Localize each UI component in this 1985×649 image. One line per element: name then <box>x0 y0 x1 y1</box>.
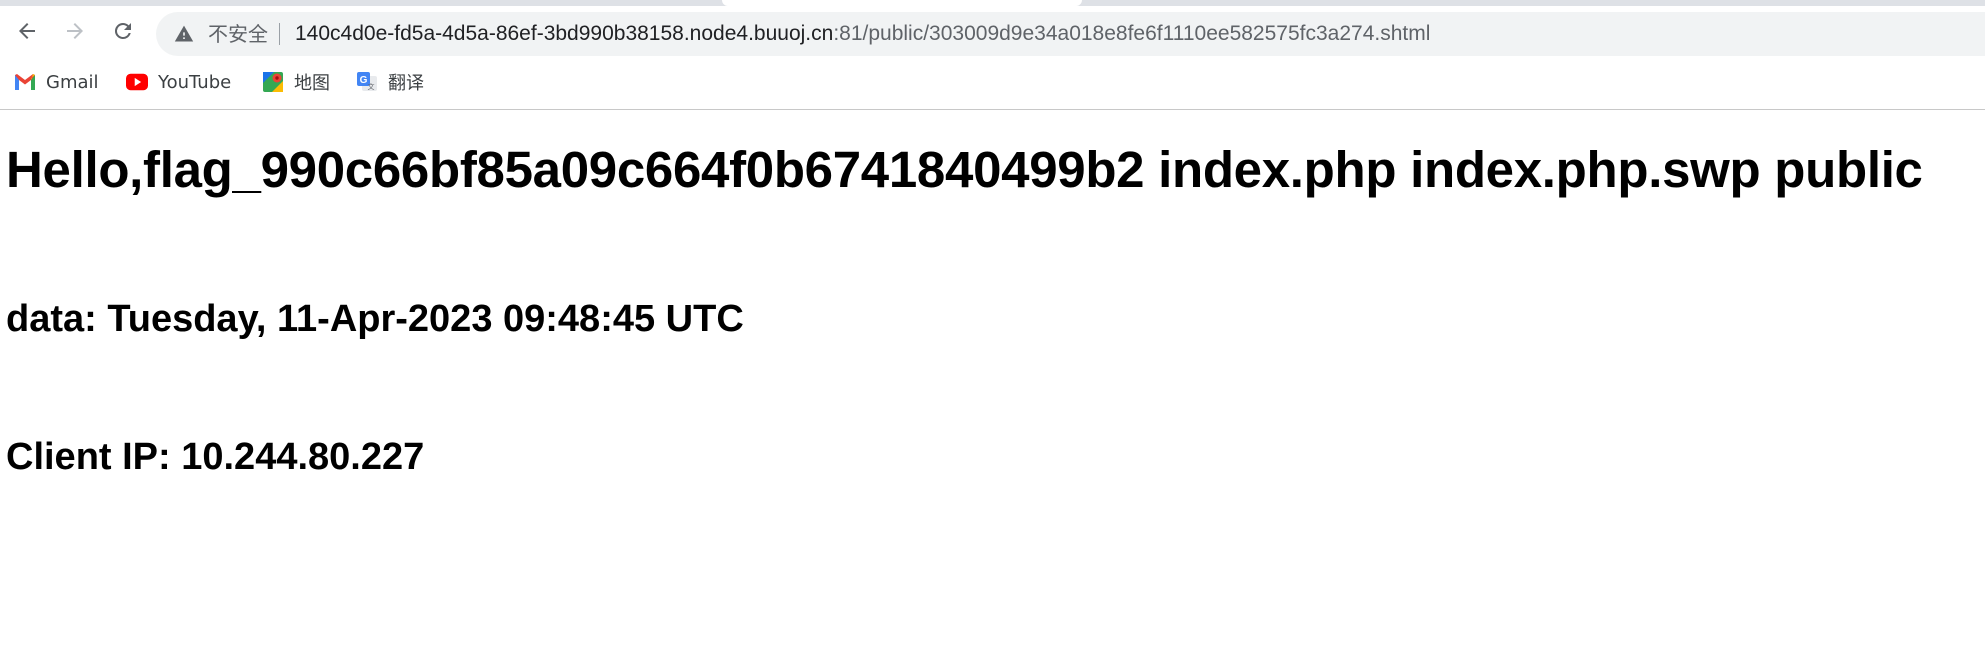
page-heading: Hello,flag_990c66bf85a09c664f0b674184049… <box>6 141 1923 198</box>
reload-button[interactable] <box>104 12 142 50</box>
date-line: data: Tuesday, 11-Apr-2023 09:48:45 UTC <box>6 298 744 340</box>
bookmarks-bar: Gmail YouTube 地图 G 文 翻译 <box>0 62 1985 102</box>
bookmark-label: 翻译 <box>388 73 424 94</box>
client-ip-line: Client IP: 10.244.80.227 <box>6 436 425 478</box>
svg-text:文: 文 <box>368 82 375 91</box>
security-status-label[interactable]: 不安全 <box>208 22 268 46</box>
url-text[interactable]: 140c4d0e-fd5a-4d5a-86ef-3bd990b38158.nod… <box>295 21 1430 47</box>
address-bar[interactable]: 不安全 140c4d0e-fd5a-4d5a-86ef-3bd990b38158… <box>156 12 1985 56</box>
url-host: 140c4d0e-fd5a-4d5a-86ef-3bd990b38158.nod… <box>295 22 834 45</box>
bookmark-gmail[interactable]: Gmail <box>14 68 99 96</box>
bookmark-maps[interactable]: 地图 <box>262 68 330 96</box>
translate-icon: G 文 <box>356 71 378 93</box>
youtube-icon <box>126 71 148 93</box>
omnibox-divider <box>279 23 280 45</box>
back-button[interactable] <box>8 12 46 50</box>
maps-icon <box>262 71 284 93</box>
bookmark-label: YouTube <box>158 71 232 93</box>
gmail-icon <box>14 71 36 93</box>
url-path: :81/public/303009d9e34a018e8fe6f1110ee58… <box>833 22 1431 45</box>
bookmark-translate[interactable]: G 文 翻译 <box>356 68 424 96</box>
bookmark-youtube[interactable]: YouTube <box>126 68 231 96</box>
forward-arrow-icon <box>67 23 83 39</box>
back-arrow-icon <box>19 23 35 39</box>
warning-triangle-icon[interactable] <box>174 24 194 44</box>
browser-toolbar: 不安全 140c4d0e-fd5a-4d5a-86ef-3bd990b38158… <box>0 6 1985 60</box>
browser-chrome: 不安全 140c4d0e-fd5a-4d5a-86ef-3bd990b38158… <box>0 0 1985 110</box>
reload-icon <box>114 22 131 39</box>
svg-text:G: G <box>360 75 368 86</box>
bookmark-label: Gmail <box>46 71 99 93</box>
bookmark-label: 地图 <box>294 73 330 94</box>
forward-button[interactable] <box>56 12 94 50</box>
